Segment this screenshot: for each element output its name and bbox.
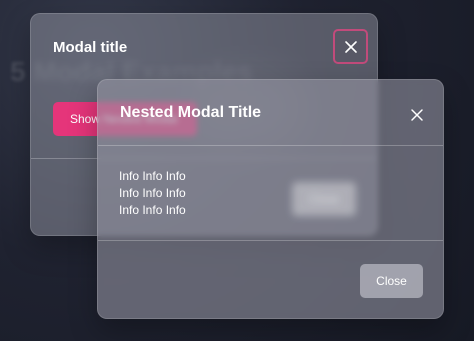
- nested-modal-body-text: Info Info Info Info Info Info Info Info …: [119, 168, 186, 219]
- modal-close-button[interactable]: [333, 29, 368, 64]
- background-blurred-button: Close: [292, 182, 356, 216]
- close-button[interactable]: Close: [360, 264, 423, 298]
- close-icon: [344, 40, 357, 53]
- nested-modal-title: Nested Modal Title: [120, 104, 262, 121]
- info-line: Info Info Info: [119, 203, 186, 217]
- nested-modal-footer-divider: [98, 240, 443, 241]
- close-icon: [411, 109, 423, 121]
- nested-modal-header-divider: [98, 145, 443, 146]
- info-line: Info Info Info: [119, 186, 186, 200]
- nested-modal-dialog: Nested Modal Title Info Info Info Info I…: [97, 79, 444, 319]
- modal-title: Modal title: [53, 39, 128, 56]
- nested-modal-close-button[interactable]: [406, 104, 428, 126]
- info-line: Info Info Info: [119, 169, 186, 183]
